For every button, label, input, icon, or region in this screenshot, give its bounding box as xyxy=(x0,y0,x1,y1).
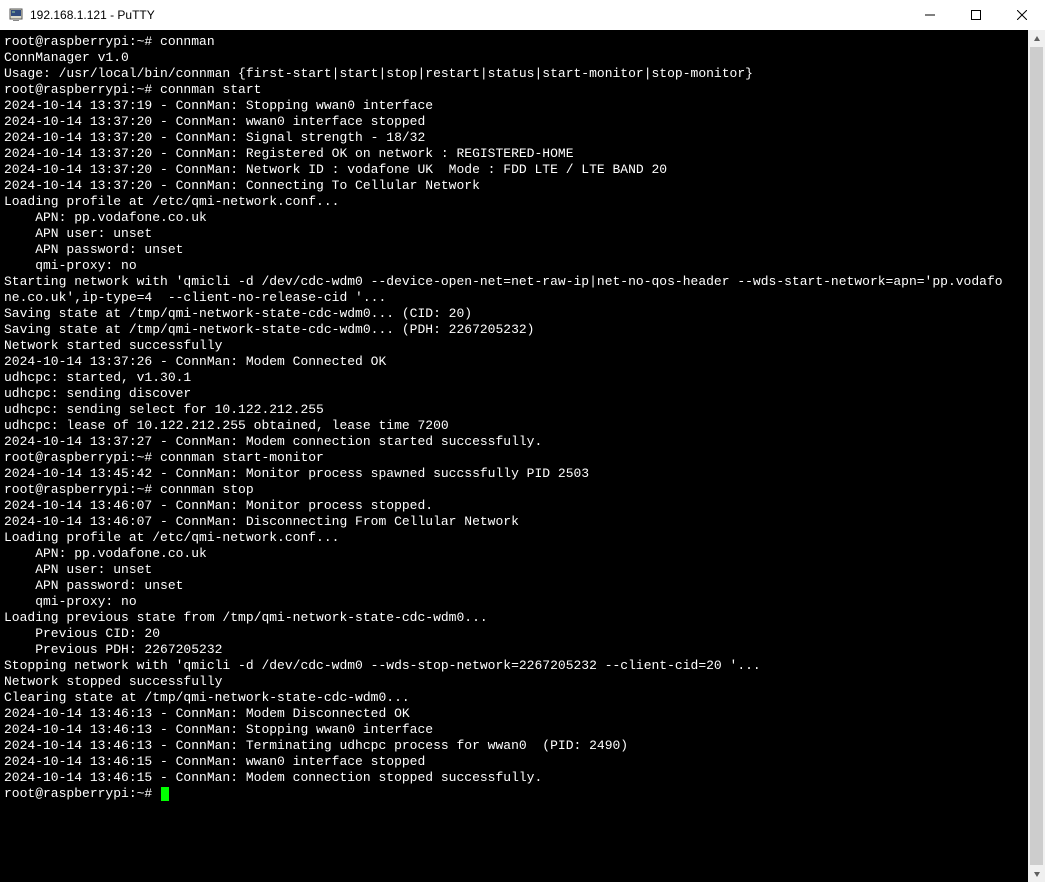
terminal-line: 2024-10-14 13:46:07 - ConnMan: Disconnec… xyxy=(4,514,1024,530)
terminal-line: qmi-proxy: no xyxy=(4,258,1024,274)
terminal-line: ConnManager v1.0 xyxy=(4,50,1024,66)
terminal-line: APN: pp.vodafone.co.uk xyxy=(4,546,1024,562)
close-button[interactable] xyxy=(999,0,1045,30)
maximize-button[interactable] xyxy=(953,0,999,30)
scrollbar-track[interactable] xyxy=(1028,47,1045,865)
terminal-prompt[interactable]: root@raspberrypi:~# xyxy=(4,786,1024,802)
terminal-line: 2024-10-14 13:46:15 - ConnMan: Modem con… xyxy=(4,770,1024,786)
terminal-line: udhcpc: sending select for 10.122.212.25… xyxy=(4,402,1024,418)
terminal-line: APN: pp.vodafone.co.uk xyxy=(4,210,1024,226)
terminal-line: 2024-10-14 13:46:13 - ConnMan: Stopping … xyxy=(4,722,1024,738)
terminal-line: root@raspberrypi:~# connman stop xyxy=(4,482,1024,498)
client-area: root@raspberrypi:~# connmanConnManager v… xyxy=(0,30,1045,882)
terminal-line: root@raspberrypi:~# connman start xyxy=(4,82,1024,98)
terminal-line: Loading profile at /etc/qmi-network.conf… xyxy=(4,194,1024,210)
terminal-line: Saving state at /tmp/qmi-network-state-c… xyxy=(4,306,1024,322)
scrollbar-up-button[interactable] xyxy=(1028,30,1045,47)
putty-icon xyxy=(8,7,24,23)
terminal-line: Starting network with 'qmicli -d /dev/cd… xyxy=(4,274,1024,290)
terminal-line: 2024-10-14 13:37:20 - ConnMan: Network I… xyxy=(4,162,1024,178)
window-title: 192.168.1.121 - PuTTY xyxy=(30,8,907,22)
terminal-line: APN user: unset xyxy=(4,562,1024,578)
window-controls xyxy=(907,0,1045,30)
terminal[interactable]: root@raspberrypi:~# connmanConnManager v… xyxy=(0,30,1028,882)
terminal-line: 2024-10-14 13:46:13 - ConnMan: Terminati… xyxy=(4,738,1024,754)
terminal-line: Previous CID: 20 xyxy=(4,626,1024,642)
terminal-line: 2024-10-14 13:37:20 - ConnMan: wwan0 int… xyxy=(4,114,1024,130)
terminal-line: 2024-10-14 13:46:13 - ConnMan: Modem Dis… xyxy=(4,706,1024,722)
putty-window: 192.168.1.121 - PuTTY root@raspberrypi:~… xyxy=(0,0,1045,882)
terminal-line: root@raspberrypi:~# connman start-monito… xyxy=(4,450,1024,466)
terminal-line: ne.co.uk',ip-type=4 --client-no-release-… xyxy=(4,290,1024,306)
terminal-line: Network stopped successfully xyxy=(4,674,1024,690)
terminal-line: 2024-10-14 13:37:27 - ConnMan: Modem con… xyxy=(4,434,1024,450)
titlebar[interactable]: 192.168.1.121 - PuTTY xyxy=(0,0,1045,30)
terminal-line: qmi-proxy: no xyxy=(4,594,1024,610)
terminal-line: APN password: unset xyxy=(4,578,1024,594)
terminal-line: APN user: unset xyxy=(4,226,1024,242)
terminal-line: 2024-10-14 13:46:15 - ConnMan: wwan0 int… xyxy=(4,754,1024,770)
terminal-line: Loading profile at /etc/qmi-network.conf… xyxy=(4,530,1024,546)
terminal-line: udhcpc: started, v1.30.1 xyxy=(4,370,1024,386)
cursor xyxy=(161,787,169,801)
terminal-line: 2024-10-14 13:37:20 - ConnMan: Connectin… xyxy=(4,178,1024,194)
terminal-line: Network started successfully xyxy=(4,338,1024,354)
minimize-button[interactable] xyxy=(907,0,953,30)
terminal-line: udhcpc: sending discover xyxy=(4,386,1024,402)
terminal-line: Saving state at /tmp/qmi-network-state-c… xyxy=(4,322,1024,338)
terminal-line: Loading previous state from /tmp/qmi-net… xyxy=(4,610,1024,626)
terminal-line: root@raspberrypi:~# connman xyxy=(4,34,1024,50)
terminal-line: 2024-10-14 13:37:26 - ConnMan: Modem Con… xyxy=(4,354,1024,370)
terminal-line: Clearing state at /tmp/qmi-network-state… xyxy=(4,690,1024,706)
terminal-line: udhcpc: lease of 10.122.212.255 obtained… xyxy=(4,418,1024,434)
terminal-line: 2024-10-14 13:46:07 - ConnMan: Monitor p… xyxy=(4,498,1024,514)
terminal-line: 2024-10-14 13:37:20 - ConnMan: Signal st… xyxy=(4,130,1024,146)
scrollbar-down-button[interactable] xyxy=(1028,865,1045,882)
terminal-line: 2024-10-14 13:45:42 - ConnMan: Monitor p… xyxy=(4,466,1024,482)
terminal-line: APN password: unset xyxy=(4,242,1024,258)
terminal-line: 2024-10-14 13:37:19 - ConnMan: Stopping … xyxy=(4,98,1024,114)
terminal-line: Previous PDH: 2267205232 xyxy=(4,642,1024,658)
terminal-line: 2024-10-14 13:37:20 - ConnMan: Registere… xyxy=(4,146,1024,162)
scrollbar-thumb[interactable] xyxy=(1030,47,1043,865)
terminal-line: Usage: /usr/local/bin/connman {first-sta… xyxy=(4,66,1024,82)
vertical-scrollbar[interactable] xyxy=(1028,30,1045,882)
terminal-line: Stopping network with 'qmicli -d /dev/cd… xyxy=(4,658,1024,674)
prompt-text: root@raspberrypi:~# xyxy=(4,786,160,801)
